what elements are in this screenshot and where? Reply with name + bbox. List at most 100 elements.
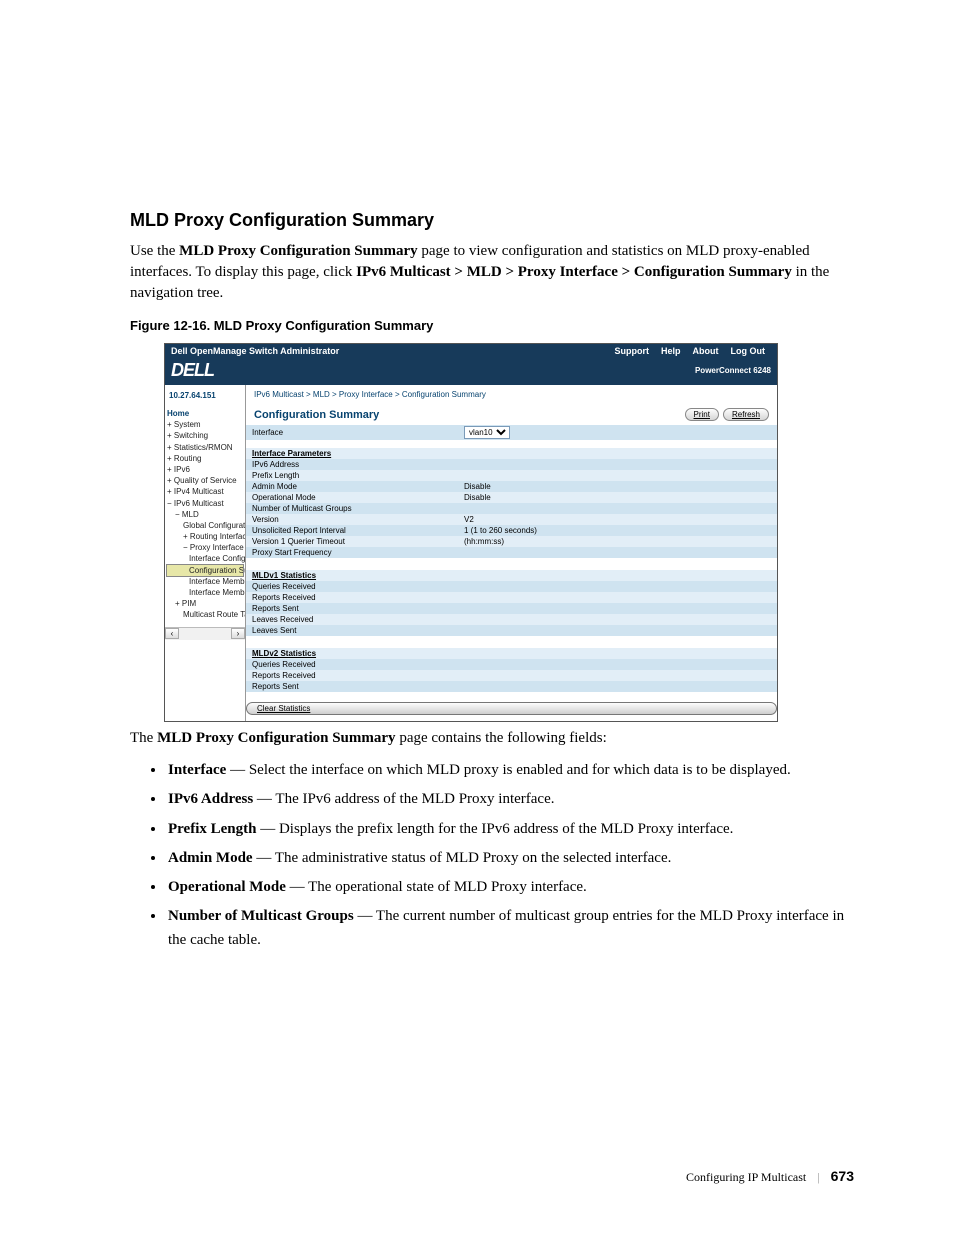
link-logout[interactable]: Log Out [725, 346, 772, 356]
breadcrumb: IPv6 Multicast > MLD > Proxy Interface >… [246, 385, 777, 404]
label: Unsolicited Report Interval [246, 525, 458, 536]
interface-label: Interface [246, 425, 458, 440]
print-button[interactable]: Print [685, 408, 719, 421]
nav-item[interactable]: Multicast Route Table [167, 609, 243, 620]
interface-select[interactable]: vlan10 [464, 426, 510, 439]
label: IPv6 Address [246, 459, 458, 470]
field-name: Operational Mode [168, 879, 286, 895]
label: Proxy Start Frequency [246, 547, 458, 558]
t: The [130, 730, 157, 746]
field-desc: — Displays the prefix length for the IPv… [256, 821, 733, 837]
footer-section: Configuring IP Multicast [686, 1170, 806, 1184]
nav-item[interactable]: Interface Membe [167, 576, 243, 587]
field-list: Interface — Select the interface on whic… [130, 759, 854, 952]
nav-item[interactable]: Global Configuratio [167, 520, 243, 531]
link-about[interactable]: About [687, 346, 725, 356]
device-ip: 10.27.64.151 [165, 385, 245, 406]
group-header: Interface Parameters [246, 448, 777, 459]
mldv1-table: MLDv1 Statistics Queries Received Report… [246, 570, 777, 636]
nav-item[interactable]: Interface Configu [167, 553, 243, 564]
nav-item[interactable]: + System [167, 419, 243, 430]
nav-item[interactable]: + IPv4 Multicast [167, 486, 243, 497]
t: IPv6 Multicast > MLD > Proxy Interface >… [356, 264, 792, 280]
label: Queries Received [246, 581, 777, 592]
nav-item[interactable]: + Switching [167, 430, 243, 441]
label: Number of Multicast Groups [246, 503, 458, 514]
params-table: Interface Parameters IPv6 Address Prefix… [246, 448, 777, 558]
nav-sidebar: 10.27.64.151 Home+ System+ Switching+ St… [165, 385, 246, 721]
nav-item[interactable]: Home [167, 408, 243, 419]
app-title: Dell OpenManage Switch Administrator [171, 346, 608, 356]
nav-item[interactable]: − MLD [167, 509, 243, 520]
t: Use the [130, 243, 179, 259]
footer-sep: | [817, 1170, 819, 1184]
clear-statistics-button[interactable]: Clear Statistics [246, 702, 777, 715]
refresh-button[interactable]: Refresh [723, 408, 769, 421]
value: (hh:mm:ss) [458, 536, 777, 547]
nav-item[interactable]: − IPv6 Multicast [167, 498, 243, 509]
label: Reports Received [246, 670, 777, 681]
nav-item[interactable]: + IPv6 [167, 464, 243, 475]
label: Admin Mode [246, 481, 458, 492]
field-desc: — The IPv6 address of the MLD Proxy inte… [253, 791, 554, 807]
dell-logo: DELL [171, 360, 695, 381]
t: page contains the following fields: [396, 730, 607, 746]
app-window: Dell OpenManage Switch Administrator Sup… [164, 343, 778, 722]
section-heading: MLD Proxy Configuration Summary [130, 210, 854, 231]
page-title: Configuration Summary [254, 409, 681, 421]
logo-bar: DELL PowerConnect 6248 [165, 358, 777, 385]
label: Version [246, 514, 458, 525]
label: Operational Mode [246, 492, 458, 503]
label: Prefix Length [246, 470, 458, 481]
list-item: IPv6 Address — The IPv6 address of the M… [166, 788, 854, 811]
link-support[interactable]: Support [608, 346, 655, 356]
scroll-left-icon[interactable]: ‹ [165, 628, 179, 639]
field-name: Prefix Length [168, 821, 256, 837]
list-item: Operational Mode — The operational state… [166, 876, 854, 899]
main-panel: IPv6 Multicast > MLD > Proxy Interface >… [246, 385, 777, 721]
label: Queries Received [246, 659, 777, 670]
page-footer: Configuring IP Multicast | 673 [686, 1168, 854, 1185]
nav-item[interactable]: Configuration Su [167, 565, 243, 576]
nav-item[interactable]: + Quality of Service [167, 475, 243, 486]
label: Reports Sent [246, 603, 777, 614]
list-item: Prefix Length — Displays the prefix leng… [166, 818, 854, 841]
group-header: MLDv1 Statistics [246, 570, 777, 581]
label: Reports Sent [246, 681, 777, 692]
nav-item[interactable]: + Routing [167, 453, 243, 464]
fields-intro: The MLD Proxy Configuration Summary page… [130, 728, 854, 749]
nav-tree: Home+ System+ Switching+ Statistics/RMON… [165, 406, 245, 627]
intro-paragraph: Use the MLD Proxy Configuration Summary … [130, 241, 854, 304]
nav-item[interactable]: + Routing Interface [167, 531, 243, 542]
list-item: Number of Multicast Groups — The current… [166, 905, 854, 952]
label: Leaves Received [246, 614, 777, 625]
scroll-right-icon[interactable]: › [231, 628, 245, 639]
list-item: Admin Mode — The administrative status o… [166, 847, 854, 870]
list-item: Interface — Select the interface on whic… [166, 759, 854, 782]
value: Disable [458, 492, 777, 503]
nav-item[interactable]: + Statistics/RMON [167, 442, 243, 453]
nav-item[interactable]: Interface Membe [167, 587, 243, 598]
value: 1 (1 to 260 seconds) [458, 525, 777, 536]
field-name: IPv6 Address [168, 791, 253, 807]
footer-page-number: 673 [831, 1168, 854, 1184]
field-name: Number of Multicast Groups [168, 908, 354, 924]
label: Version 1 Querier Timeout [246, 536, 458, 547]
link-help[interactable]: Help [655, 346, 687, 356]
value: Disable [458, 481, 777, 492]
label: Reports Received [246, 592, 777, 603]
field-desc: — The administrative status of MLD Proxy… [253, 850, 672, 866]
nav-scrollbar[interactable]: ‹ › [165, 627, 245, 640]
mldv2-table: MLDv2 Statistics Queries Received Report… [246, 648, 777, 692]
t: MLD Proxy Configuration Summary [179, 243, 417, 259]
field-name: Interface [168, 762, 226, 778]
field-desc: — The operational state of MLD Proxy int… [286, 879, 587, 895]
field-desc: — Select the interface on which MLD prox… [226, 762, 790, 778]
group-header: MLDv2 Statistics [246, 648, 777, 659]
value: V2 [458, 514, 777, 525]
field-name: Admin Mode [168, 850, 253, 866]
nav-item[interactable]: − Proxy Interface [167, 542, 243, 553]
nav-item[interactable]: + PIM [167, 598, 243, 609]
interface-select-table: Interface vlan10 [246, 425, 777, 440]
product-name: PowerConnect 6248 [695, 366, 771, 375]
